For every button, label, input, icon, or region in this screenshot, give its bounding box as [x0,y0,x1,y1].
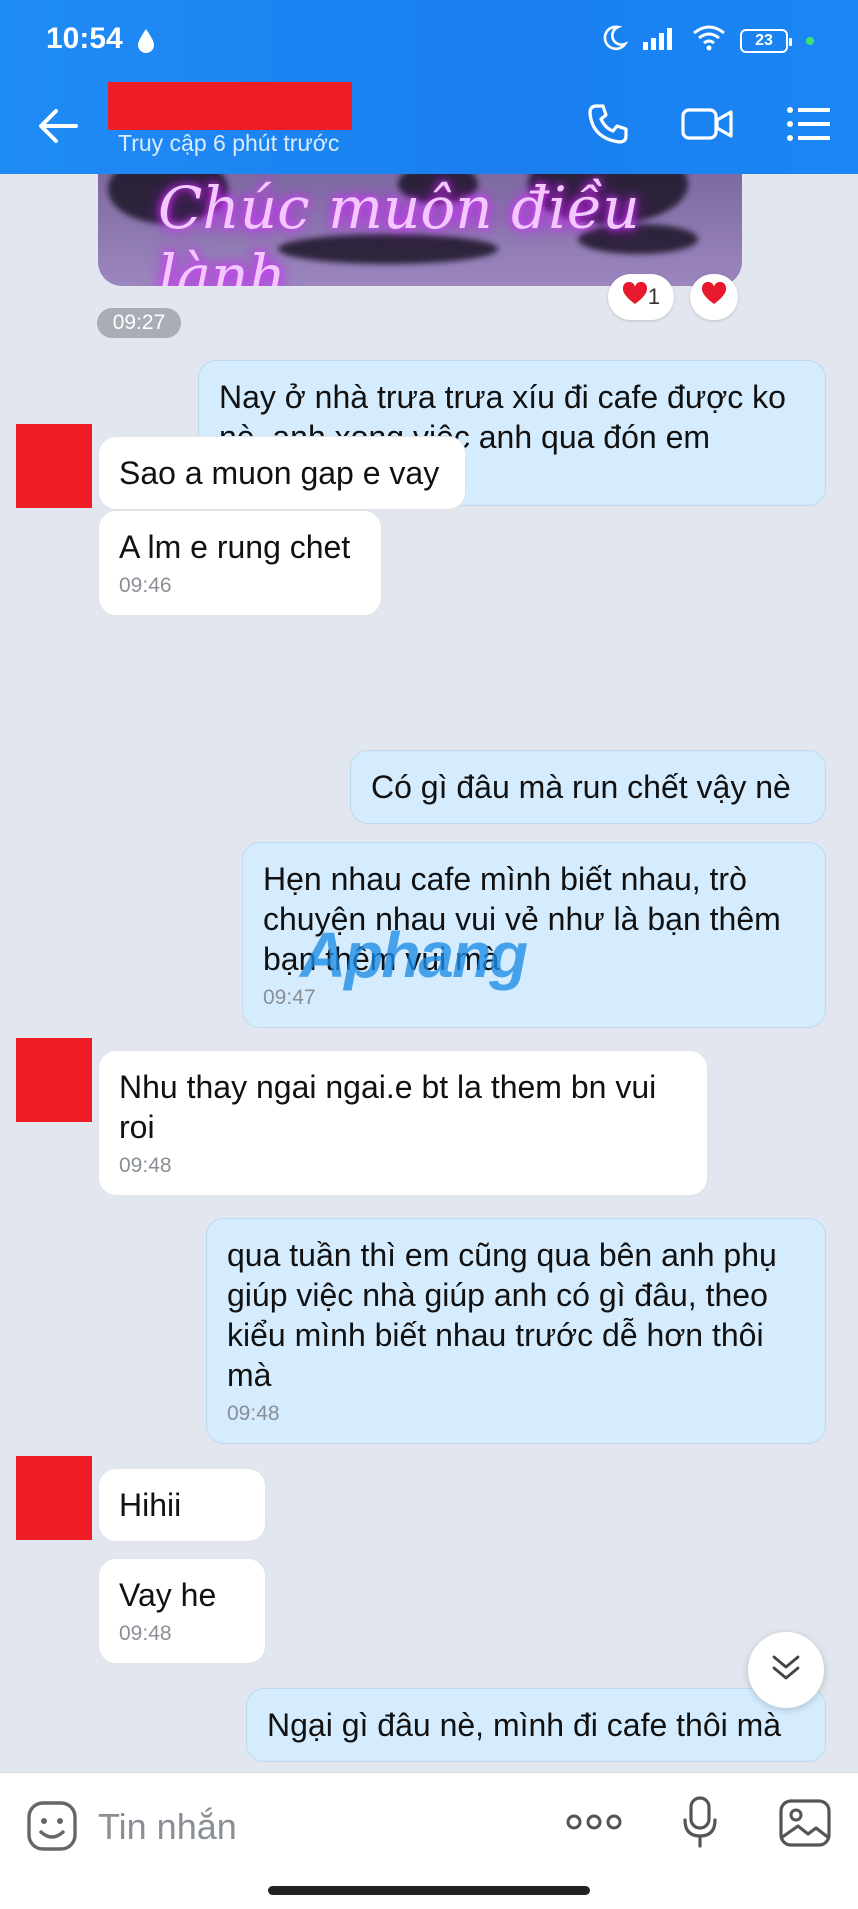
message-time: 09:48 [119,1622,172,1645]
message-text: qua tuần thì em cũng qua bên anh phụ giú… [227,1237,777,1393]
more-dots-icon[interactable] [566,1810,622,1839]
message-in[interactable]: Sao a muon gap e vay [98,436,466,510]
message-in[interactable]: Nhu thay ngai ngai.e bt la them bn vui r… [98,1050,708,1196]
message-text: Nhu thay ngai ngai.e bt la them bn vui r… [119,1069,657,1145]
sticker-text: Chúc muôn điều lành [158,174,640,286]
moon-icon [600,24,629,57]
emoji-icon[interactable] [26,1800,78,1857]
battery-icon: 23 [740,28,792,53]
contact-name-redacted[interactable] [108,82,352,130]
avatar-redacted[interactable] [16,424,92,508]
water-drop-icon [136,28,156,59]
signal-icon [642,26,678,55]
message-text: Hihii [119,1487,182,1523]
message-time: 09:46 [119,574,172,597]
message-input[interactable]: Tin nhắn [98,1806,237,1848]
heart-icon [622,281,648,312]
status-time: 10:54 [46,22,123,55]
status-icons: 23 [600,24,814,57]
message-in[interactable]: A lm e rung chet 09:46 [98,510,382,616]
message-in[interactable]: Vay he 09:48 [98,1558,266,1664]
home-indicator[interactable] [268,1886,590,1895]
last-seen-status: Truy cập 6 phút trước [118,130,340,156]
watermark-logo: Aphang [300,919,528,991]
video-icon[interactable] [680,100,734,148]
message-text: A lm e rung chet [119,529,351,565]
time-separator: 09:27 [97,308,181,338]
message-text: Vay he [119,1577,217,1613]
mic-icon[interactable] [680,1794,720,1855]
scroll-to-bottom-button[interactable] [748,1632,824,1708]
wifi-icon [692,25,726,56]
menu-list-icon[interactable] [784,100,832,148]
heart-icon [701,281,727,312]
phone-icon[interactable] [584,100,632,148]
chat-message-list[interactable]: Chúc muôn điều lành 1 09:27 Nay ở nhà tr… [0,174,858,1772]
chat-header: 10:54 23 Truy cập 6 phút trước [0,0,858,174]
message-time: 09:48 [227,1402,280,1425]
chevron-double-down-icon [769,1653,803,1688]
message-out[interactable]: Ngại gì đâu nè, mình đi cafe thôi mà [246,1688,826,1762]
image-icon[interactable] [778,1798,832,1853]
avatar-redacted[interactable] [16,1456,92,1540]
back-arrow-icon[interactable] [36,104,80,148]
message-in[interactable]: Hihii [98,1468,266,1542]
reaction-count: 1 [647,284,661,309]
message-text: Sao a muon gap e vay [119,455,440,491]
sticker-image[interactable]: Chúc muôn điều lành [98,174,742,286]
message-out[interactable]: qua tuần thì em cũng qua bên anh phụ giú… [206,1218,826,1444]
charging-dot [806,36,814,45]
message-text: Có gì đâu mà run chết vậy nè [371,769,791,805]
react-heart-button[interactable] [690,274,738,320]
avatar-redacted[interactable] [16,1038,92,1122]
message-text: Ngại gì đâu nè, mình đi cafe thôi mà [267,1707,782,1743]
message-out[interactable]: Có gì đâu mà run chết vậy nè [350,750,826,824]
reaction-badge[interactable]: 1 [608,274,674,320]
message-time: 09:48 [119,1154,172,1177]
